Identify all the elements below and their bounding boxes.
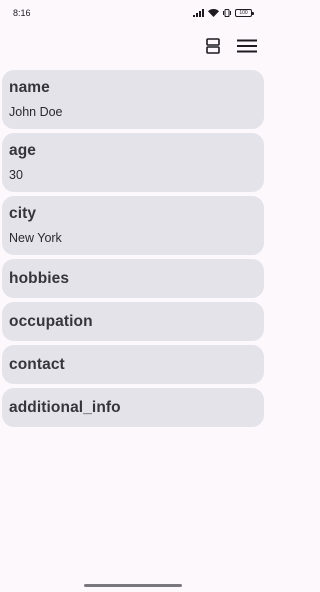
signal-icon bbox=[193, 9, 204, 17]
wifi-icon bbox=[208, 9, 219, 17]
status-icons: 100 bbox=[193, 9, 254, 17]
battery-level: 100 bbox=[239, 10, 248, 16]
menu-button[interactable] bbox=[236, 35, 258, 57]
view-agenda-button[interactable] bbox=[202, 35, 224, 57]
item-key: hobbies bbox=[9, 269, 70, 287]
item-key: city bbox=[9, 205, 37, 222]
item-value: New York bbox=[9, 231, 62, 245]
list-item-name[interactable]: name John Doe bbox=[2, 70, 264, 129]
app-bar bbox=[202, 34, 258, 58]
item-value: 30 bbox=[9, 168, 23, 182]
screen: 8:16 100 name John Doe age 30 city New Y… bbox=[0, 0, 266, 592]
item-value: John Doe bbox=[9, 105, 63, 119]
item-key: occupation bbox=[9, 312, 93, 330]
item-key: age bbox=[9, 142, 37, 159]
status-time: 8:16 bbox=[13, 8, 31, 18]
list-item-additional-info[interactable]: additional_info bbox=[2, 388, 264, 427]
item-key: name bbox=[9, 79, 50, 96]
key-value-list: name John Doe age 30 city New York hobbi… bbox=[2, 70, 264, 427]
battery-icon: 100 bbox=[235, 9, 254, 17]
item-key: contact bbox=[9, 355, 65, 373]
list-item-contact[interactable]: contact bbox=[2, 345, 264, 384]
vibrate-icon bbox=[223, 9, 231, 17]
list-item-hobbies[interactable]: hobbies bbox=[2, 259, 264, 298]
gesture-navigation-bar[interactable] bbox=[84, 584, 182, 587]
item-key: additional_info bbox=[9, 398, 121, 416]
menu-icon bbox=[237, 39, 257, 53]
view-agenda-icon bbox=[206, 38, 220, 54]
status-bar: 8:16 100 bbox=[0, 0, 266, 26]
list-item-city[interactable]: city New York bbox=[2, 196, 264, 255]
list-item-occupation[interactable]: occupation bbox=[2, 302, 264, 341]
list-item-age[interactable]: age 30 bbox=[2, 133, 264, 192]
